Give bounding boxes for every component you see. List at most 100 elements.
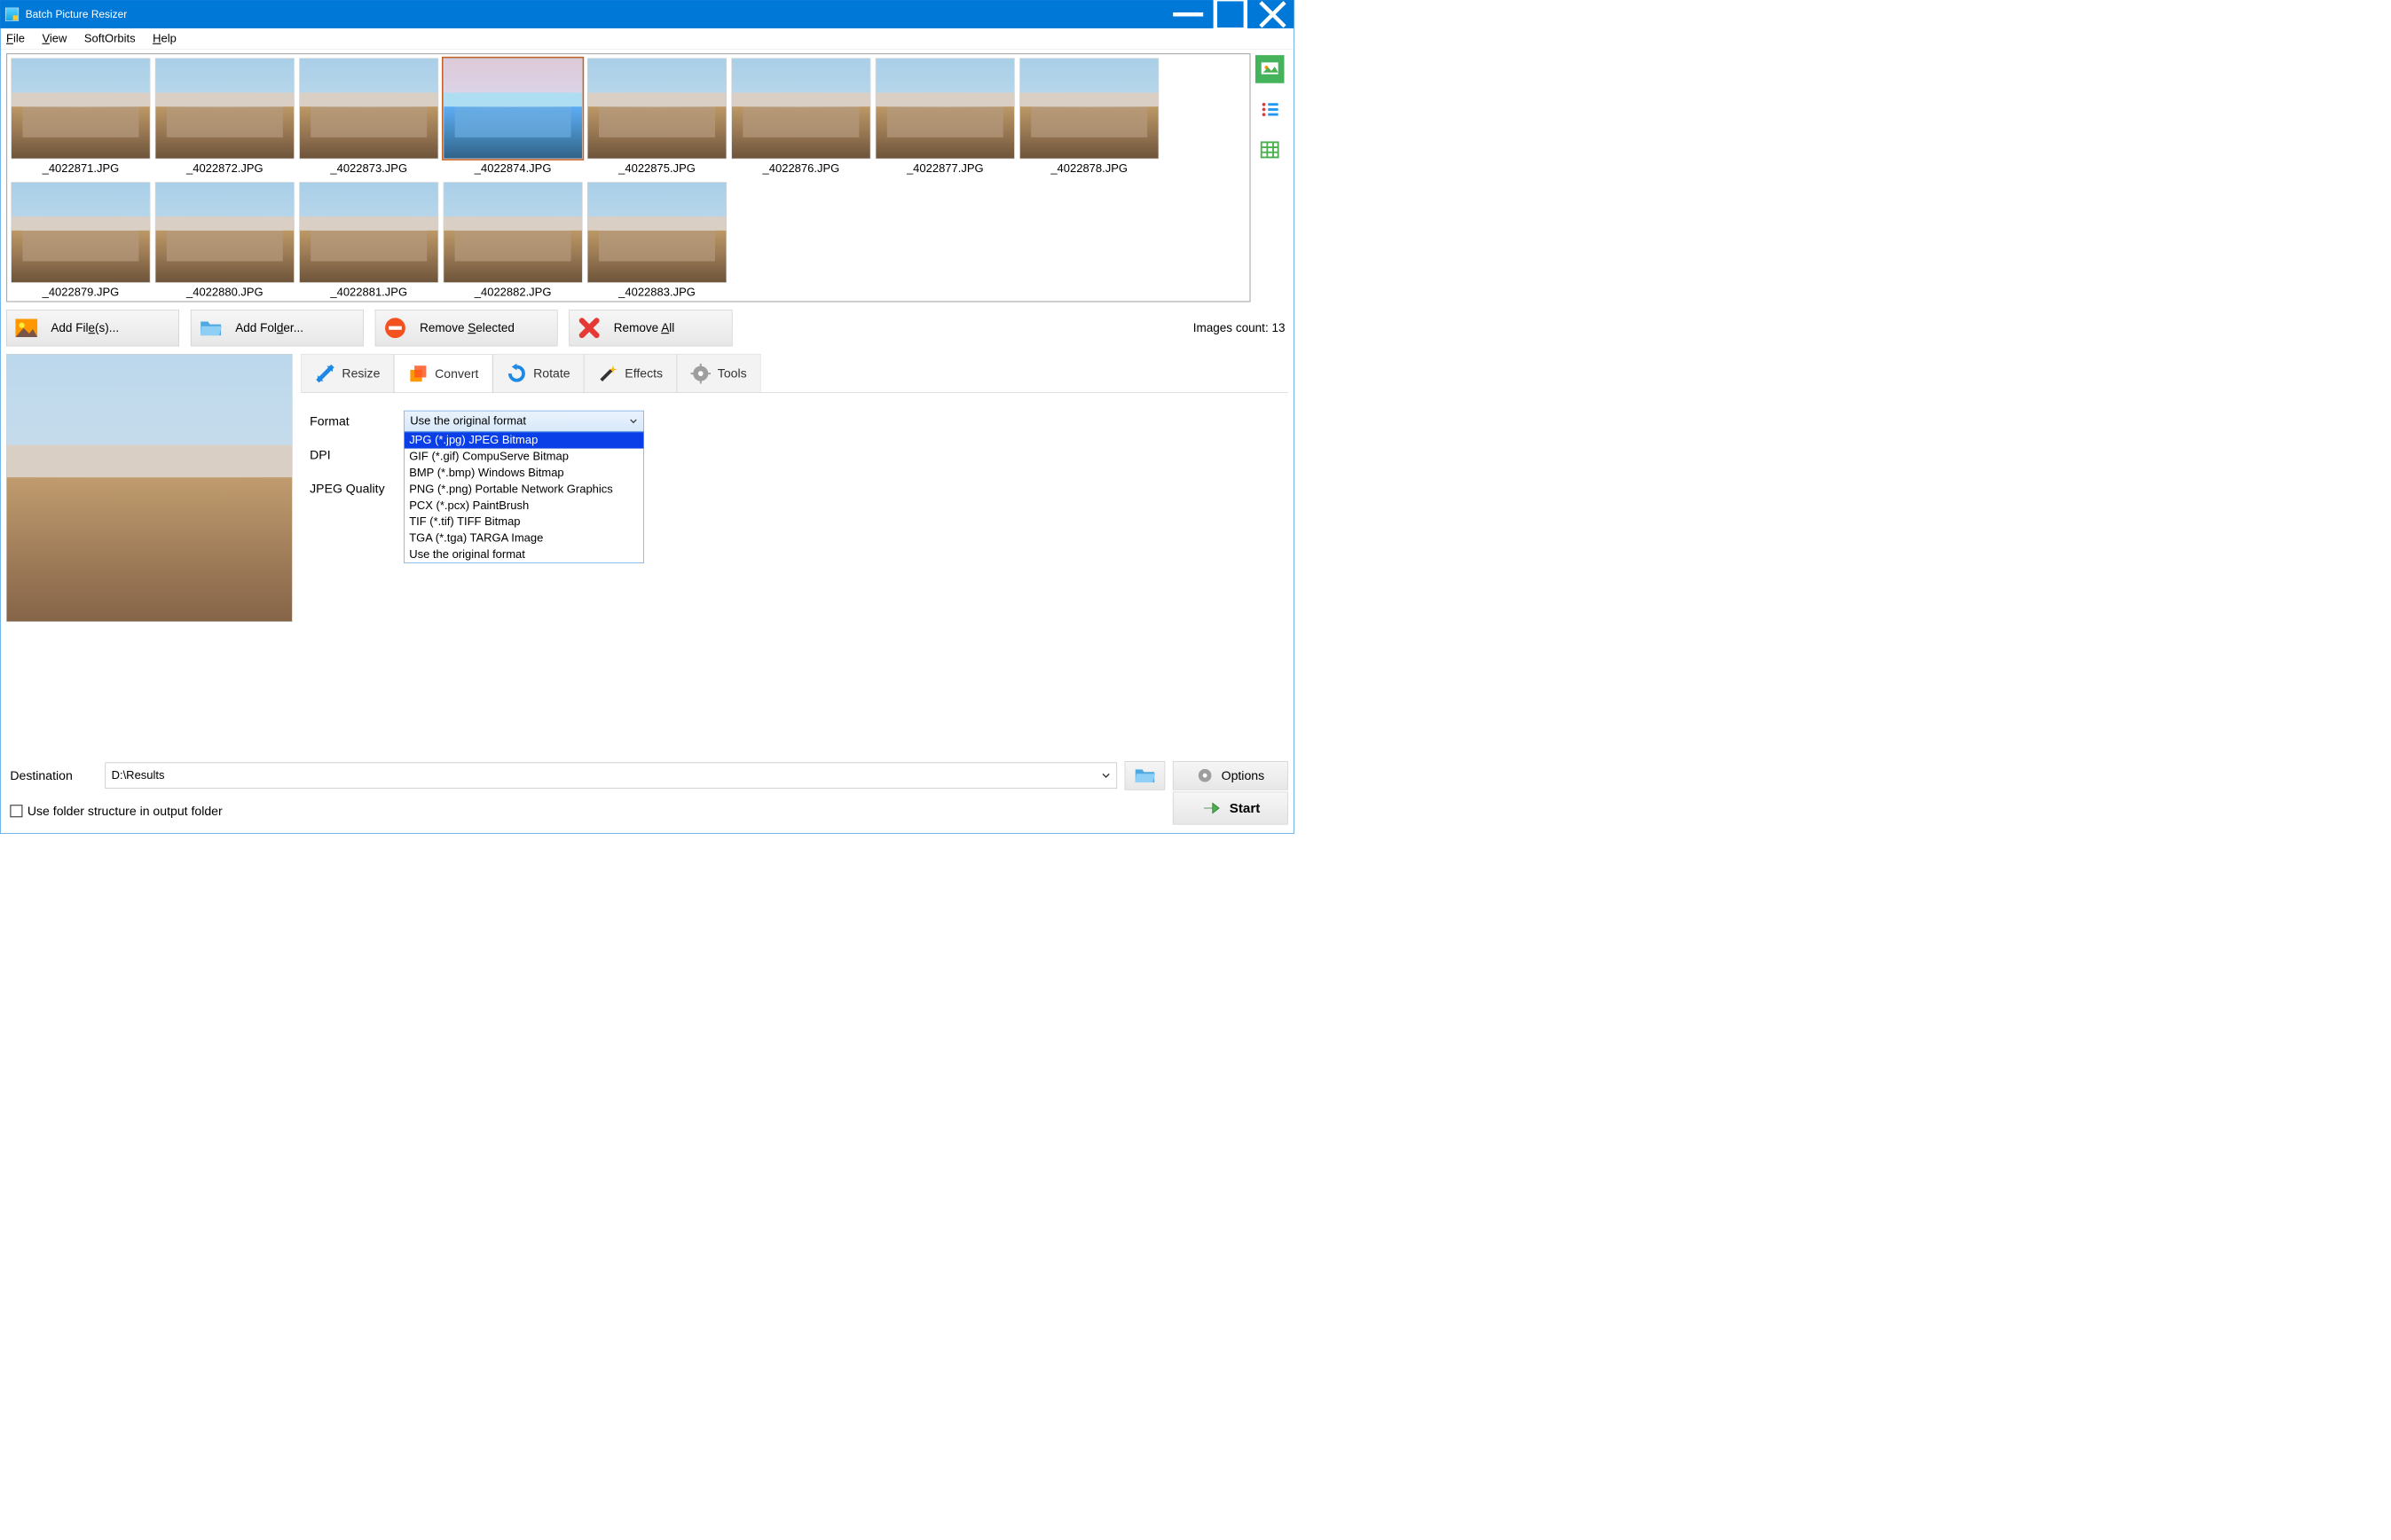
tab-effects-label: Effects bbox=[625, 365, 663, 381]
options-button[interactable]: Options bbox=[1173, 761, 1288, 790]
thumbnail-item[interactable]: _4022880.JPG bbox=[155, 182, 295, 299]
thumbnail-image bbox=[731, 58, 870, 159]
thumbnail-image bbox=[876, 58, 1015, 159]
thumbnail-image bbox=[444, 58, 583, 159]
view-mode-strip bbox=[1255, 53, 1288, 302]
thumbnail-image bbox=[444, 182, 583, 283]
remove-selected-button[interactable]: Remove Selected bbox=[375, 310, 558, 346]
format-combo[interactable]: Use the original format JPG (*.jpg) JPEG… bbox=[404, 411, 644, 432]
convert-panel: Format Use the original format JPG (*.jp… bbox=[301, 392, 1287, 755]
view-list-icon[interactable] bbox=[1255, 96, 1284, 123]
use-folder-structure-checkbox[interactable] bbox=[10, 805, 22, 817]
view-thumbnails-icon[interactable] bbox=[1255, 55, 1284, 82]
thumbnail-image bbox=[587, 182, 727, 283]
thumbnail-item[interactable]: _4022876.JPG bbox=[731, 58, 870, 175]
use-folder-structure-label: Use folder structure in output folder bbox=[28, 804, 223, 819]
effects-icon bbox=[598, 363, 618, 383]
thumbnail-caption: _4022875.JPG bbox=[618, 161, 696, 175]
thumbnail-image bbox=[587, 58, 727, 159]
remove-icon bbox=[384, 318, 406, 338]
tab-resize-label: Resize bbox=[342, 365, 380, 381]
thumbnail-item[interactable]: _4022871.JPG bbox=[11, 58, 150, 175]
format-option[interactable]: PNG (*.png) Portable Network Graphics bbox=[405, 481, 644, 497]
thumbnail-item[interactable]: _4022881.JPG bbox=[299, 182, 438, 299]
chevron-down-icon bbox=[629, 417, 638, 426]
menu-help[interactable]: Help bbox=[151, 31, 178, 46]
tools-icon bbox=[690, 363, 711, 383]
close-button[interactable] bbox=[1252, 1, 1294, 28]
format-combo-value: Use the original format bbox=[410, 414, 526, 428]
folder-icon bbox=[200, 318, 222, 338]
thumbnail-image bbox=[299, 182, 438, 283]
thumbnail-item[interactable]: _4022878.JPG bbox=[1019, 58, 1159, 175]
thumbnail-image bbox=[299, 58, 438, 159]
thumbnail-caption: _4022873.JPG bbox=[330, 161, 407, 175]
thumbnail-caption: _4022881.JPG bbox=[330, 286, 407, 299]
start-arrow-icon bbox=[1200, 799, 1222, 816]
thumbnail-item[interactable]: _4022873.JPG bbox=[299, 58, 438, 175]
add-files-label: Add File(s)... bbox=[51, 321, 119, 335]
tab-rotate[interactable]: Rotate bbox=[492, 354, 584, 392]
format-option[interactable]: JPG (*.jpg) JPEG Bitmap bbox=[405, 432, 644, 448]
options-label: Options bbox=[1222, 768, 1265, 783]
thumbnail-item[interactable]: _4022882.JPG bbox=[444, 182, 583, 299]
thumbnail-caption: _4022877.JPG bbox=[907, 161, 984, 175]
remove-all-button[interactable]: Remove All bbox=[569, 310, 732, 346]
thumbnail-item[interactable]: _4022877.JPG bbox=[876, 58, 1015, 175]
thumbnail-image bbox=[1019, 58, 1159, 159]
format-option[interactable]: TGA (*.tga) TARGA Image bbox=[405, 530, 644, 546]
picture-icon bbox=[15, 318, 37, 338]
minimize-button[interactable] bbox=[1167, 1, 1209, 28]
thumbnail-item[interactable]: _4022879.JPG bbox=[11, 182, 150, 299]
tab-convert-label: Convert bbox=[435, 366, 478, 381]
maximize-button[interactable] bbox=[1209, 1, 1252, 28]
menu-file[interactable]: File bbox=[4, 31, 27, 46]
format-combo-list[interactable]: JPG (*.jpg) JPEG BitmapGIF (*.gif) Compu… bbox=[404, 432, 644, 563]
thumbnail-caption: _4022883.JPG bbox=[618, 286, 696, 299]
menu-softorbits[interactable]: SoftOrbits bbox=[83, 31, 138, 46]
tab-convert[interactable]: Convert bbox=[394, 354, 492, 392]
add-files-button[interactable]: Add File(s)... bbox=[6, 310, 179, 346]
tab-resize[interactable]: Resize bbox=[301, 354, 394, 392]
tab-tools[interactable]: Tools bbox=[677, 354, 761, 392]
app-window: Batch Picture Resizer File View SoftOrbi… bbox=[0, 0, 1294, 834]
thumbnail-caption: _4022871.JPG bbox=[43, 161, 120, 175]
format-option[interactable]: Use the original format bbox=[405, 546, 644, 562]
gear-icon bbox=[1196, 766, 1213, 783]
tab-rotate-label: Rotate bbox=[533, 365, 570, 381]
thumbnail-panel: _4022871.JPG _4022872.JPG _4022873.JPG _402… bbox=[6, 53, 1251, 302]
thumbnail-caption: _4022874.JPG bbox=[475, 161, 552, 175]
add-folder-button[interactable]: Add Folder... bbox=[191, 310, 364, 346]
browse-destination-button[interactable] bbox=[1125, 761, 1165, 790]
menu-view[interactable]: View bbox=[40, 31, 68, 46]
format-option[interactable]: TIF (*.tif) TIFF Bitmap bbox=[405, 514, 644, 530]
remove-selected-label: Remove Selected bbox=[420, 321, 515, 335]
delete-icon bbox=[578, 318, 601, 338]
format-option[interactable]: PCX (*.pcx) PaintBrush bbox=[405, 498, 644, 514]
resize-icon bbox=[315, 363, 335, 383]
destination-combo[interactable]: D:\Results bbox=[106, 763, 1118, 789]
convert-icon bbox=[408, 364, 429, 384]
preview-image bbox=[6, 354, 293, 622]
thumbnail-caption: _4022882.JPG bbox=[475, 286, 552, 299]
thumbnail-item[interactable]: _4022875.JPG bbox=[587, 58, 727, 175]
destination-value: D:\Results bbox=[112, 769, 165, 782]
menubar: File View SoftOrbits Help bbox=[1, 28, 1294, 50]
thumbnail-image bbox=[11, 58, 150, 159]
tab-effects[interactable]: Effects bbox=[584, 354, 676, 392]
thumbnail-item[interactable]: _4022872.JPG bbox=[155, 58, 295, 175]
thumbnail-caption: _4022880.JPG bbox=[186, 286, 263, 299]
folder-open-icon bbox=[1135, 766, 1156, 783]
start-button[interactable]: Start bbox=[1173, 792, 1288, 825]
thumbnail-item[interactable]: _4022883.JPG bbox=[587, 182, 727, 299]
format-option[interactable]: GIF (*.gif) CompuServe Bitmap bbox=[405, 449, 644, 465]
format-combo-head[interactable]: Use the original format bbox=[404, 411, 644, 432]
format-option[interactable]: BMP (*.bmp) Windows Bitmap bbox=[405, 465, 644, 481]
view-details-icon[interactable] bbox=[1255, 136, 1284, 163]
add-folder-label: Add Folder... bbox=[235, 321, 303, 335]
thumbnail-item[interactable]: _4022874.JPG bbox=[444, 58, 583, 175]
thumbnail-image bbox=[11, 182, 150, 283]
titlebar: Batch Picture Resizer bbox=[1, 1, 1294, 28]
thumbnail-image bbox=[155, 182, 295, 283]
chevron-down-icon bbox=[1101, 771, 1111, 781]
